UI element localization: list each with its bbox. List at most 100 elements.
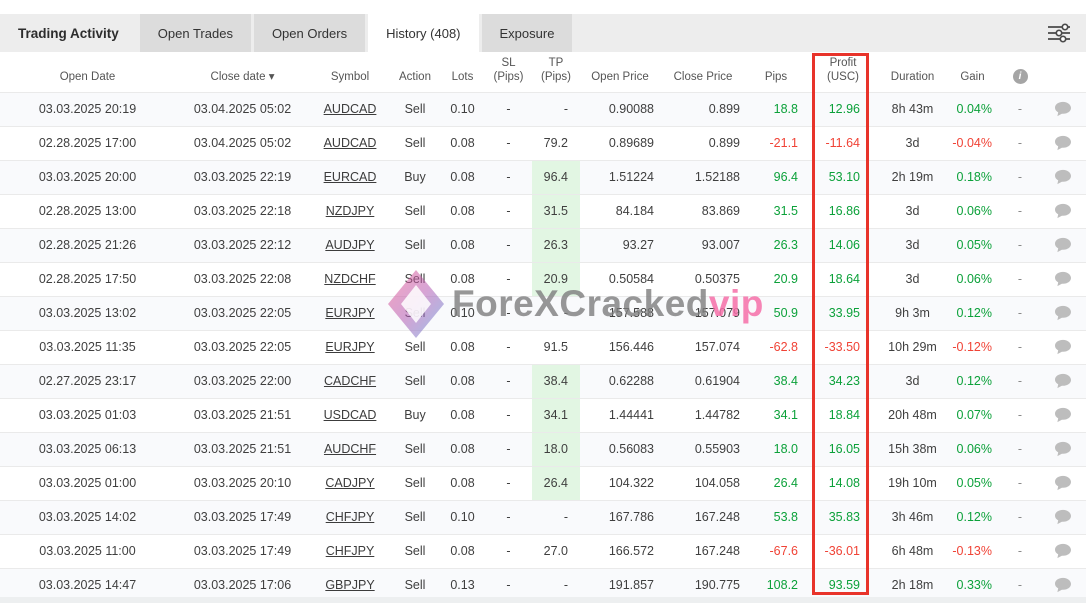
- cell-lots: 0.08: [440, 160, 485, 194]
- info-icon[interactable]: i: [1013, 69, 1028, 84]
- cell-lots: 0.08: [440, 432, 485, 466]
- cell-open-date: 03.03.2025 20:00: [0, 160, 175, 194]
- comment-icon[interactable]: [1054, 475, 1072, 491]
- cell-close-date: 03.03.2025 22:18: [175, 194, 310, 228]
- cell-gain: 0.18%: [945, 160, 1000, 194]
- cell-sl-pips: -: [485, 296, 532, 330]
- cell-tp-pips: 38.4: [532, 364, 580, 398]
- cell-open-price: 166.572: [580, 534, 660, 568]
- symbol-link[interactable]: AUDCHF: [324, 442, 376, 456]
- tab-open-orders[interactable]: Open Orders: [254, 14, 365, 52]
- cell-action: Sell: [390, 228, 440, 262]
- symbol-link[interactable]: CHFJPY: [326, 510, 375, 524]
- cell-pips: -62.8: [746, 330, 806, 364]
- table-row: 02.28.2025 21:26 03.03.2025 22:12 AUDJPY…: [0, 228, 1086, 262]
- column-header-lots: Lots: [440, 52, 485, 92]
- column-header-symbol: Symbol: [310, 52, 390, 92]
- cell-open-date: 03.03.2025 13:02: [0, 296, 175, 330]
- symbol-link[interactable]: NZDCHF: [324, 272, 375, 286]
- cell-open-date: 02.28.2025 21:26: [0, 228, 175, 262]
- comment-icon[interactable]: [1054, 101, 1072, 117]
- comment-icon[interactable]: [1054, 543, 1072, 559]
- cell-close-price: 157.079: [660, 296, 746, 330]
- comment-icon[interactable]: [1054, 237, 1072, 253]
- tab-trading-activity: Trading Activity: [0, 14, 137, 52]
- table-row: 03.03.2025 20:00 03.03.2025 22:19 EURCAD…: [0, 160, 1086, 194]
- cell-comment: [1040, 330, 1086, 364]
- cell-close-price: 104.058: [660, 466, 746, 500]
- cell-info: -: [1000, 296, 1040, 330]
- tab-open-trades[interactable]: Open Trades: [140, 14, 251, 52]
- cell-pips: 26.4: [746, 466, 806, 500]
- comment-icon[interactable]: [1054, 407, 1072, 423]
- cell-duration: 15h 38m: [880, 432, 945, 466]
- cell-open-date: 02.27.2025 23:17: [0, 364, 175, 398]
- cell-symbol: CHFJPY: [310, 500, 390, 534]
- symbol-link[interactable]: CADJPY: [325, 476, 374, 490]
- cell-action: Buy: [390, 398, 440, 432]
- comment-icon[interactable]: [1054, 203, 1072, 219]
- cell-info: -: [1000, 160, 1040, 194]
- tab-history-408[interactable]: History (408): [368, 14, 478, 52]
- tab-exposure[interactable]: Exposure: [482, 14, 573, 52]
- cell-open-date: 03.03.2025 11:00: [0, 534, 175, 568]
- cell-duration: 8h 43m: [880, 92, 945, 126]
- comment-icon[interactable]: [1054, 373, 1072, 389]
- filter-button[interactable]: [1044, 19, 1074, 47]
- symbol-link[interactable]: EURJPY: [325, 340, 374, 354]
- cell-open-price: 0.62288: [580, 364, 660, 398]
- cell-duration: 10h 29m: [880, 330, 945, 364]
- table-row: 03.03.2025 01:03 03.03.2025 21:51 USDCAD…: [0, 398, 1086, 432]
- cell-info: -: [1000, 534, 1040, 568]
- cell-lots: 0.08: [440, 534, 485, 568]
- tab-label: Trading Activity: [18, 26, 119, 41]
- column-header-close[interactable]: Close date ▾: [175, 52, 310, 92]
- comment-icon[interactable]: [1054, 441, 1072, 457]
- cell-symbol: AUDCHF: [310, 432, 390, 466]
- symbol-link[interactable]: USDCAD: [324, 408, 377, 422]
- cell-close-date: 03.03.2025 22:05: [175, 330, 310, 364]
- cell-pips: 34.1: [746, 398, 806, 432]
- comment-icon[interactable]: [1054, 169, 1072, 185]
- symbol-link[interactable]: GBPJPY: [325, 578, 374, 592]
- cell-open-date: 03.03.2025 20:19: [0, 92, 175, 126]
- cell-duration: 3d: [880, 228, 945, 262]
- cell-gain: 0.04%: [945, 92, 1000, 126]
- cell-duration: 3d: [880, 364, 945, 398]
- symbol-link[interactable]: EURCAD: [324, 170, 377, 184]
- cell-lots: 0.08: [440, 330, 485, 364]
- comment-icon[interactable]: [1054, 339, 1072, 355]
- comment-icon[interactable]: [1054, 135, 1072, 151]
- cell-profit: 12.96: [806, 92, 880, 126]
- cell-gain: 0.06%: [945, 194, 1000, 228]
- comment-icon[interactable]: [1054, 305, 1072, 321]
- cell-lots: 0.08: [440, 228, 485, 262]
- comment-icon[interactable]: [1054, 271, 1072, 287]
- cell-symbol: EURCAD: [310, 160, 390, 194]
- cell-close-price: 1.44782: [660, 398, 746, 432]
- cell-open-date: 03.03.2025 06:13: [0, 432, 175, 466]
- symbol-link[interactable]: CHFJPY: [326, 544, 375, 558]
- cell-tp-pips: 26.3: [532, 228, 580, 262]
- column-header-close_price: Close Price: [660, 52, 746, 92]
- cell-gain: 0.12%: [945, 500, 1000, 534]
- cell-close-date: 03.03.2025 17:49: [175, 500, 310, 534]
- symbol-link[interactable]: AUDCAD: [324, 102, 377, 116]
- cell-close-price: 0.55903: [660, 432, 746, 466]
- cell-open-price: 167.786: [580, 500, 660, 534]
- cell-comment: [1040, 432, 1086, 466]
- cell-info: -: [1000, 398, 1040, 432]
- cell-action: Sell: [390, 296, 440, 330]
- cell-pips: 26.3: [746, 228, 806, 262]
- comment-icon[interactable]: [1054, 509, 1072, 525]
- symbol-link[interactable]: AUDCAD: [324, 136, 377, 150]
- symbol-link[interactable]: CADCHF: [324, 374, 376, 388]
- comment-icon[interactable]: [1054, 577, 1072, 593]
- symbol-link[interactable]: NZDJPY: [326, 204, 375, 218]
- cell-profit: 53.10: [806, 160, 880, 194]
- cell-profit: 14.08: [806, 466, 880, 500]
- column-header-gain: Gain: [945, 52, 1000, 92]
- cell-info: -: [1000, 364, 1040, 398]
- symbol-link[interactable]: EURJPY: [325, 306, 374, 320]
- symbol-link[interactable]: AUDJPY: [325, 238, 374, 252]
